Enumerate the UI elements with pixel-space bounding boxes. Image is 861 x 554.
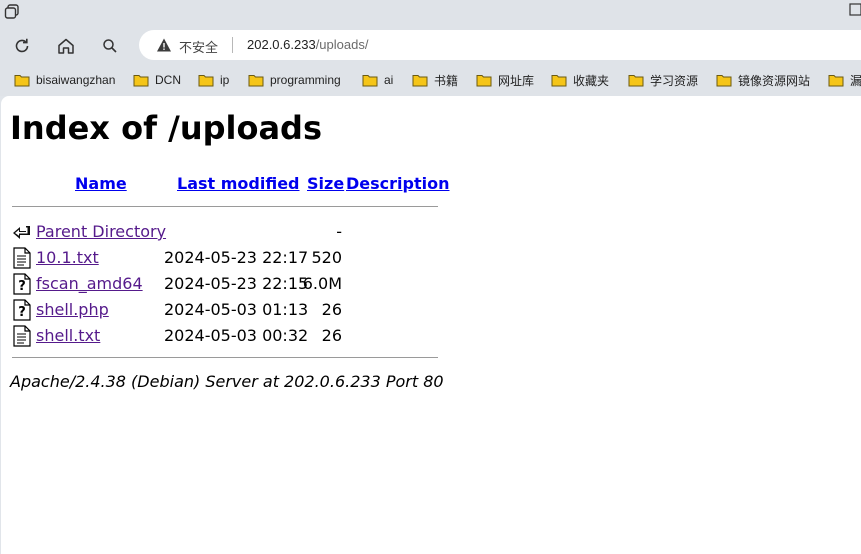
- warning-triangle-icon[interactable]: [156, 37, 172, 53]
- bookmark-label: 书籍: [434, 73, 459, 88]
- bookmark-label: ip: [220, 73, 230, 87]
- folder-icon: [14, 75, 30, 87]
- entry-link[interactable]: 10.1.txt: [36, 248, 99, 267]
- table-row: ? shell.php 2024-05-03 01:13 26: [1, 297, 861, 323]
- folder-icon: [248, 75, 264, 87]
- bookmark-label: programming: [270, 73, 341, 87]
- entry-link[interactable]: shell.php: [36, 300, 109, 319]
- folder-icon: [133, 75, 149, 87]
- bookmark-folder[interactable]: 漏: [828, 71, 861, 89]
- folder-icon: [551, 75, 567, 87]
- column-header-description[interactable]: Description: [346, 174, 449, 193]
- bookmark-folder[interactable]: ip: [198, 71, 229, 89]
- page-title: Index of /uploads: [10, 109, 322, 147]
- bookmarks-bar: bisaiwangzhan DCN ip programming ai 书籍 网…: [0, 64, 861, 96]
- address-bar[interactable]: 不安全 202.0.6.233/uploads/: [139, 30, 861, 60]
- unknown-file-icon: ?: [13, 273, 31, 295]
- column-header-name[interactable]: Name: [75, 174, 127, 193]
- folder-icon: [828, 75, 844, 87]
- security-label[interactable]: 不安全: [179, 37, 218, 56]
- address-separator: [232, 37, 233, 53]
- bookmark-label: DCN: [155, 73, 181, 87]
- text-file-icon: [13, 247, 31, 269]
- divider: [12, 206, 438, 207]
- bookmark-label: 学习资源: [650, 73, 699, 88]
- bookmark-label: 漏: [850, 73, 861, 88]
- folder-icon: [362, 75, 378, 87]
- entry-link[interactable]: fscan_amd64: [36, 274, 143, 293]
- url-host: 202.0.6.233: [247, 37, 316, 52]
- entry-size: 6.0M: [302, 274, 342, 293]
- tab-strip: [0, 0, 861, 26]
- folder-icon: [628, 75, 644, 87]
- maximize-icon[interactable]: [849, 3, 861, 17]
- folder-icon: [412, 75, 428, 87]
- entry-size: -: [336, 222, 342, 241]
- text-file-icon: [13, 325, 31, 347]
- bookmark-folder[interactable]: 镜像资源网站: [716, 71, 810, 89]
- entry-size: 26: [321, 326, 342, 345]
- bookmark-folder[interactable]: bisaiwangzhan: [14, 71, 115, 89]
- url-path: /uploads/: [315, 37, 369, 52]
- folder-icon: [198, 75, 214, 87]
- search-button[interactable]: [98, 34, 122, 58]
- url-text[interactable]: 202.0.6.233/uploads/: [247, 37, 368, 52]
- entry-size: 26: [321, 300, 342, 319]
- bookmark-folder[interactable]: ai: [362, 71, 393, 89]
- back-arrow-icon: [13, 226, 30, 239]
- bookmark-label: bisaiwangzhan: [36, 73, 116, 87]
- table-row: 10.1.txt 2024-05-23 22:17 520: [1, 245, 861, 271]
- tabs-icon[interactable]: [3, 3, 21, 21]
- column-header-size[interactable]: Size: [307, 174, 344, 193]
- folder-icon: [716, 75, 732, 87]
- browser-toolbar: 不安全 202.0.6.233/uploads/: [0, 26, 861, 64]
- server-signature: Apache/2.4.38 (Debian) Server at 202.0.6…: [10, 372, 444, 391]
- bookmark-folder[interactable]: 收藏夹: [551, 71, 609, 89]
- home-button[interactable]: [54, 34, 78, 58]
- table-row: shell.txt 2024-05-03 00:32 26: [1, 323, 861, 349]
- bookmark-folder[interactable]: 书籍: [412, 71, 458, 89]
- bookmark-label: 收藏夹: [573, 73, 610, 88]
- svg-text:?: ?: [18, 279, 26, 294]
- folder-icon: [476, 75, 492, 87]
- bookmark-label: 网址库: [498, 73, 535, 88]
- table-row: Parent Directory -: [1, 219, 861, 245]
- bookmark-folder[interactable]: DCN: [133, 71, 181, 89]
- divider: [12, 357, 438, 358]
- table-row: ? fscan_amd64 2024-05-23 22:15 6.0M: [1, 271, 861, 297]
- search-icon: [103, 39, 117, 53]
- bookmark-label: ai: [384, 73, 394, 87]
- reload-icon: [15, 38, 29, 53]
- home-icon: [58, 38, 74, 54]
- entry-link[interactable]: shell.txt: [36, 326, 100, 345]
- bookmark-label: 镜像资源网站: [738, 73, 811, 88]
- page-content: Index of /uploads Name Last modified Siz…: [1, 96, 861, 554]
- bookmark-folder[interactable]: 学习资源: [628, 71, 698, 89]
- column-header-last-modified[interactable]: Last modified: [177, 174, 300, 193]
- svg-text:?: ?: [18, 305, 26, 320]
- entry-link[interactable]: Parent Directory: [36, 222, 166, 241]
- reload-button[interactable]: [10, 34, 34, 58]
- bookmark-folder[interactable]: programming: [248, 71, 341, 89]
- entry-size: 520: [311, 248, 342, 267]
- unknown-file-icon: ?: [13, 299, 31, 321]
- bookmark-folder[interactable]: 网址库: [476, 71, 534, 89]
